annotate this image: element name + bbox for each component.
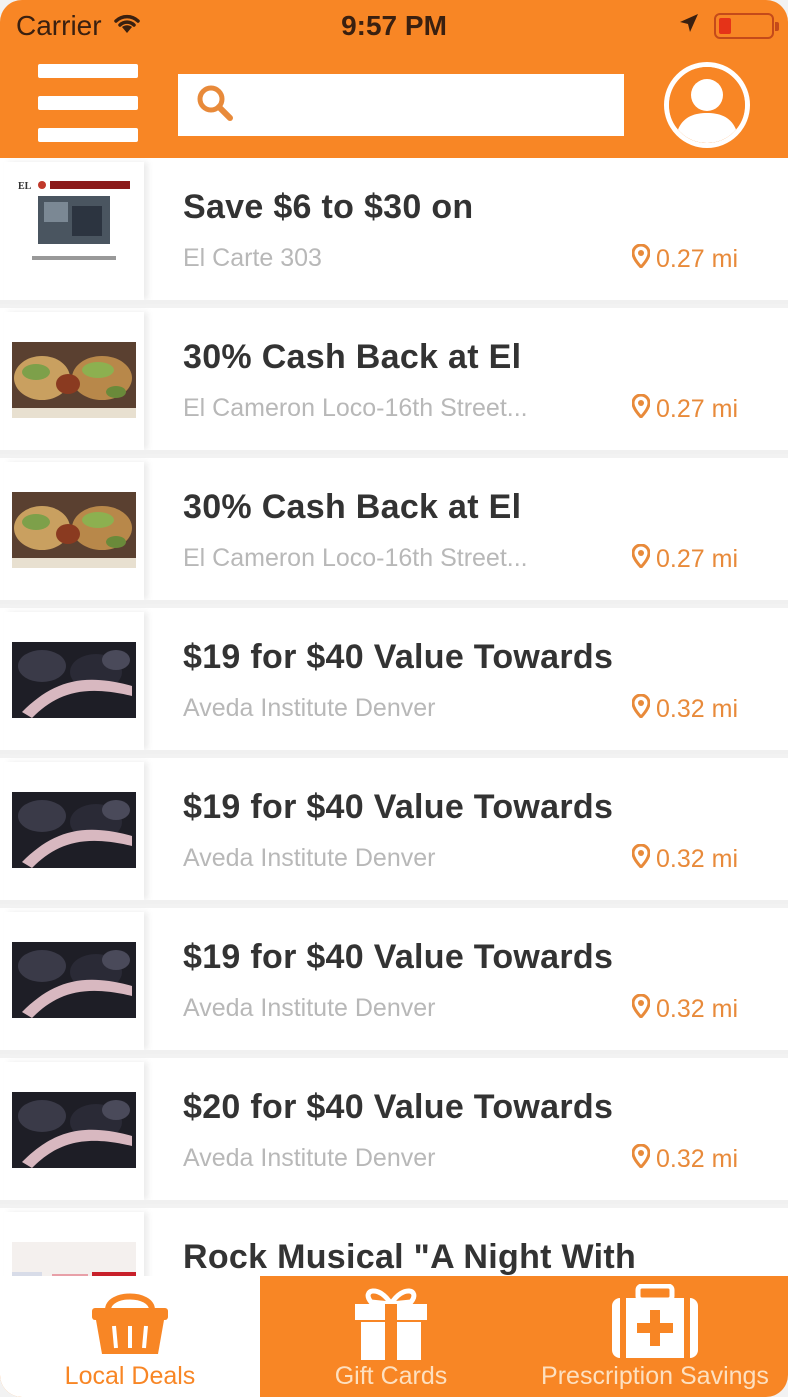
deal-thumbnail-frame: [4, 462, 144, 600]
distance-label: 0.32 mi: [656, 1145, 738, 1173]
deal-thumbnail-frame: [4, 1212, 144, 1276]
status-bar: Carrier 9:57 PM: [0, 0, 788, 52]
distance-label: 0.27 mi: [656, 545, 738, 573]
map-pin-icon: [631, 243, 651, 275]
map-pin-icon: [631, 393, 651, 425]
row-divider: [0, 1050, 788, 1054]
hamburger-menu-icon[interactable]: [38, 64, 138, 146]
svg-text:EL: EL: [18, 181, 32, 192]
salon-image: [12, 1092, 136, 1168]
deal-merchant: El Cameron Loco-16th Street...: [183, 394, 528, 422]
row-divider: [0, 900, 788, 904]
tacos-image: [12, 342, 136, 418]
map-pin-icon: [631, 543, 651, 575]
tab-local-deals[interactable]: Local Deals: [0, 1276, 260, 1397]
deal-row[interactable]: $19 for $40 Value Towards Aveda Institut…: [0, 908, 788, 1054]
deal-title: 30% Cash Back at El: [183, 338, 522, 376]
tab-label: Prescription Savings: [541, 1362, 769, 1390]
deal-distance: 0.32 mi: [631, 993, 738, 1025]
row-divider: [0, 600, 788, 604]
deal-distance: 0.27 mi: [631, 543, 738, 575]
deal-distance: 0.32 mi: [631, 1143, 738, 1175]
deal-title: $19 for $40 Value Towards: [183, 938, 614, 976]
distance-label: 0.27 mi: [656, 245, 738, 273]
deal-row[interactable]: Rock Musical "A Night With: [0, 1208, 788, 1276]
deal-list: EL Save $6 to $30 on El Carte 303 0.27 m…: [0, 158, 788, 1276]
tab-label: Local Deals: [64, 1362, 196, 1390]
deal-title: $19 for $40 Value Towards: [183, 788, 614, 826]
basket-icon: [88, 1284, 172, 1363]
distance-label: 0.27 mi: [656, 395, 738, 423]
deal-merchant: Aveda Institute Denver: [183, 694, 436, 722]
deal-merchant: El Cameron Loco-16th Street...: [183, 544, 528, 572]
deal-thumbnail-frame: [4, 1062, 144, 1200]
deal-merchant: Aveda Institute Denver: [183, 994, 436, 1022]
concert-image: [12, 1242, 136, 1276]
tab-gift-cards[interactable]: Gift Cards: [260, 1276, 522, 1397]
deal-distance: 0.32 mi: [631, 693, 738, 725]
search-input[interactable]: [234, 74, 624, 136]
map-pin-icon: [631, 843, 651, 875]
deal-thumbnail-frame: [4, 312, 144, 450]
distance-label: 0.32 mi: [656, 695, 738, 723]
deal-distance: 0.27 mi: [631, 243, 738, 275]
salon-image: [12, 792, 136, 868]
distance-label: 0.32 mi: [656, 845, 738, 873]
deal-merchant: Aveda Institute Denver: [183, 1144, 436, 1172]
deal-row[interactable]: $19 for $40 Value Towards Aveda Institut…: [0, 758, 788, 904]
tacos-image: [12, 492, 136, 568]
map-pin-icon: [631, 993, 651, 1025]
deal-merchant: Aveda Institute Denver: [183, 844, 436, 872]
deal-title: 30% Cash Back at El: [183, 488, 522, 526]
location-arrow-icon: [678, 12, 700, 39]
user-avatar-icon[interactable]: [664, 62, 750, 148]
row-divider: [0, 750, 788, 754]
deal-distance: 0.32 mi: [631, 843, 738, 875]
map-pin-icon: [631, 693, 651, 725]
deal-title: Save $6 to $30 on: [183, 188, 474, 226]
row-divider: [0, 450, 788, 454]
medical-kit-icon: [610, 1283, 700, 1365]
distance-label: 0.32 mi: [656, 995, 738, 1023]
deal-thumbnail-frame: EL: [4, 162, 144, 300]
search-bar[interactable]: [178, 74, 624, 136]
tab-prescription-savings[interactable]: Prescription Savings: [522, 1276, 788, 1397]
bottom-tab-bar: Local Deals Gift Cards Prescription Savi…: [0, 1276, 788, 1397]
search-icon: [196, 84, 234, 127]
restaurant-logo-image: EL: [12, 176, 136, 280]
row-divider: [0, 300, 788, 304]
battery-low-icon: [714, 12, 779, 39]
map-pin-icon: [631, 1143, 651, 1175]
deal-title: Rock Musical "A Night With: [183, 1238, 637, 1276]
deal-thumbnail-frame: [4, 612, 144, 750]
deal-title: $19 for $40 Value Towards: [183, 638, 614, 676]
deal-thumbnail-frame: [4, 762, 144, 900]
status-icons: [678, 12, 779, 39]
deal-row[interactable]: EL Save $6 to $30 on El Carte 303 0.27 m…: [0, 158, 788, 304]
top-nav-bar: [0, 52, 788, 158]
deal-row[interactable]: 30% Cash Back at El El Cameron Loco-16th…: [0, 458, 788, 604]
salon-image: [12, 642, 136, 718]
deal-row[interactable]: 30% Cash Back at El El Cameron Loco-16th…: [0, 308, 788, 454]
deal-row[interactable]: $20 for $40 Value Towards Aveda Institut…: [0, 1058, 788, 1204]
deal-thumbnail-frame: [4, 912, 144, 1050]
row-divider: [0, 1200, 788, 1204]
deal-title: $20 for $40 Value Towards: [183, 1088, 614, 1126]
salon-image: [12, 942, 136, 1018]
deal-distance: 0.27 mi: [631, 393, 738, 425]
app-screen: Carrier 9:57 PM EL Save $6 to $30 on El …: [0, 0, 788, 1397]
status-time: 9:57 PM: [341, 10, 447, 41]
tab-label: Gift Cards: [334, 1362, 448, 1390]
deal-row[interactable]: $19 for $40 Value Towards Aveda Institut…: [0, 608, 788, 754]
deal-merchant: El Carte 303: [183, 244, 322, 272]
gift-icon: [349, 1284, 433, 1367]
